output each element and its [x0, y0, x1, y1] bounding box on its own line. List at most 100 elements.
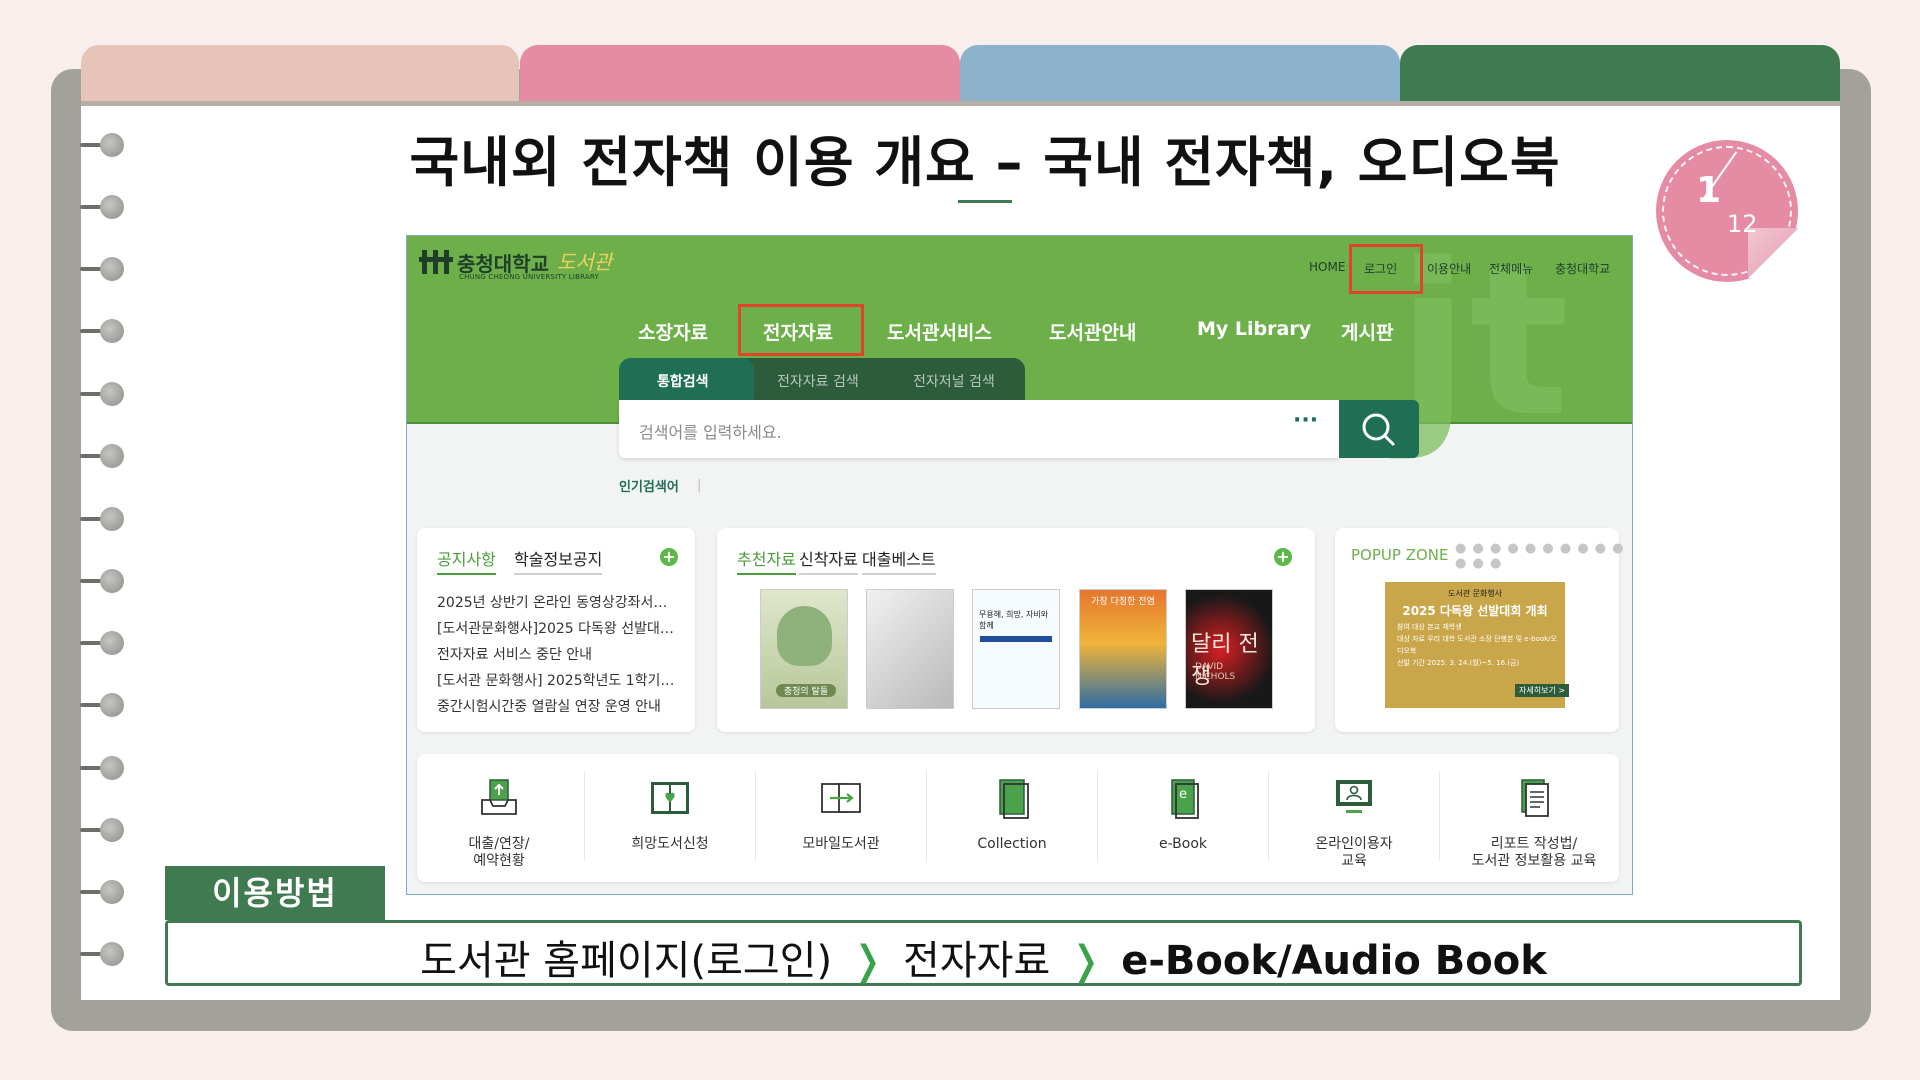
binder-ring: [80, 194, 128, 220]
title-underline: [958, 200, 1012, 203]
books-more-button[interactable]: +: [1274, 548, 1292, 566]
page-total: 12: [1727, 210, 1758, 238]
binder-ring: [80, 941, 128, 967]
book-cover-stripe: [980, 636, 1052, 642]
quick-link-label: 온라인이용자: [1315, 836, 1393, 852]
popular-keywords-separator: |: [697, 478, 702, 493]
quick-link-label: 대출/연장/: [468, 836, 530, 852]
book-cover-title: 충청의 탈들: [776, 684, 836, 697]
binder-ring: [80, 506, 128, 532]
quick-link-label: 도서관 정보활용 교육: [1471, 852, 1597, 869]
notice-item[interactable]: 전자자료 서비스 중단 안내: [437, 644, 677, 664]
binder-ring: [80, 692, 128, 718]
binder-tab-pink: [520, 45, 960, 101]
topnav-guide[interactable]: 이용안내: [1427, 260, 1471, 277]
notice-more-button[interactable]: +: [660, 548, 678, 566]
binder-ring: [80, 568, 128, 594]
book-cover[interactable]: [972, 589, 1060, 709]
loan-tray-icon: [481, 779, 517, 815]
tab-notices[interactable]: 공지사항: [437, 546, 496, 575]
tab-loan-best[interactable]: 대출베스트: [862, 546, 936, 575]
chevron-right-icon: ❭: [850, 938, 885, 984]
usage-path: 도서관 홈페이지(로그인) ❭ 전자자료 ❭ e-Book/Audio Book: [165, 928, 1802, 986]
book-stack-icon: [999, 779, 1029, 819]
notice-item[interactable]: 중간시험시간중 열람실 연장 운영 안내: [437, 696, 677, 716]
poster-line: 대상 자료 우리 대학 도서관 소장 단행본 및 e-book/오디오북: [1397, 634, 1557, 655]
university-logo-icon: [419, 250, 453, 274]
quick-link-label: 리포트 작성법/: [1490, 836, 1578, 852]
quick-link-mobile-library[interactable]: 모바일도서관: [771, 776, 911, 853]
binder-ring: [80, 879, 128, 905]
book-cover[interactable]: [866, 589, 954, 709]
book-cover[interactable]: [1079, 589, 1167, 709]
notice-item[interactable]: 2025년 상반기 온라인 동영상강좌서…: [437, 592, 677, 612]
search-options-button[interactable]: ···: [1293, 408, 1318, 433]
popup-pagination-dots[interactable]: ● ● ● ● ● ● ● ● ● ● ● ● ●: [1455, 541, 1632, 571]
book-cover-author: DAVID NICHOLS: [1195, 662, 1236, 682]
path-step-ebook-audiobook: e-Book/Audio Book: [1121, 938, 1547, 984]
mask-illustration: [777, 606, 832, 666]
tab-integrated-search[interactable]: 통합검색: [657, 371, 709, 391]
search-icon: [1362, 413, 1395, 446]
search-placeholder: 검색어를 입력하세요.: [639, 423, 782, 442]
quick-link-loan-status[interactable]: 대출/연장/ 예약현황: [429, 776, 569, 870]
login-highlight-box: [1349, 244, 1423, 294]
e-resources-highlight-box: [738, 304, 864, 356]
notice-item[interactable]: [도서관문화행사]2025 다독왕 선발대…: [437, 618, 677, 638]
tab-e-journal-search[interactable]: 전자저널 검색: [913, 371, 995, 391]
quick-link-label: 모바일도서관: [802, 836, 880, 852]
quick-link-label: Collection: [977, 836, 1047, 852]
popular-keywords-label: 인기검색어: [619, 480, 679, 495]
binder-ring: [80, 817, 128, 843]
quick-link-label: 예약현황: [473, 852, 525, 869]
binder-ring: [80, 381, 128, 407]
mainnav-my-library[interactable]: My Library: [1197, 318, 1311, 340]
mainnav-library-services[interactable]: 도서관서비스: [887, 318, 992, 345]
popup-zone-title: POPUP ZONE: [1351, 546, 1449, 564]
poster-details: 참여 대상 본교 재학생 대상 자료 우리 대학 도서관 소장 단행본 및 e-…: [1397, 622, 1557, 670]
divider: [1439, 771, 1440, 861]
document-icon: [1521, 779, 1549, 817]
logo-subtitle: CHUNG CHEONG UNIVERSITY LIBRARY: [459, 273, 599, 281]
binder-tab-peach: [81, 45, 519, 101]
quick-link-ebook[interactable]: e e-Book: [1113, 776, 1253, 853]
topnav-home[interactable]: HOME: [1309, 260, 1345, 274]
quick-link-report-guide[interactable]: 리포트 작성법/ 도서관 정보활용 교육: [1452, 776, 1616, 870]
mainnav-library-info[interactable]: 도서관안내: [1049, 318, 1136, 345]
poster-line: 선발 기간 2025. 3. 24.(월)~5. 16.(금): [1397, 658, 1520, 667]
divider: [584, 771, 585, 861]
topnav-all-menu[interactable]: 전체메뉴: [1489, 260, 1533, 277]
chevron-right-icon: ❭: [1068, 938, 1103, 984]
path-step-e-resources: 전자자료: [903, 938, 1051, 984]
usage-label: 이용방법: [165, 866, 385, 920]
poster-more-button[interactable]: 자세히보기 >: [1515, 684, 1570, 697]
quick-link-label: 교육: [1341, 852, 1367, 869]
binder-ring: [80, 443, 128, 469]
quick-link-label: 희망도서신청: [631, 836, 709, 852]
quick-link-book-request[interactable]: 희망도서신청: [600, 776, 740, 853]
open-book-heart-icon: [651, 782, 689, 814]
search-button[interactable]: [1339, 400, 1419, 458]
tab-e-resource-search[interactable]: 전자자료 검색: [777, 371, 859, 391]
notice-item[interactable]: [도서관 문화행사] 2025학년도 1학기…: [437, 670, 677, 690]
monitor-user-icon: [1336, 780, 1372, 813]
quick-link-online-education[interactable]: 온라인이용자 교육: [1284, 776, 1424, 870]
poster-title: 2025 다독왕 선발대회 개최: [1402, 604, 1548, 618]
mobile-device-icon: [821, 783, 861, 813]
tab-academic-notices[interactable]: 학술정보공지: [514, 546, 603, 575]
book-cover-title: 무용해, 희망, 자비와 함께: [979, 610, 1049, 630]
quick-link-collection[interactable]: Collection: [942, 776, 1082, 853]
binder-ring: [80, 256, 128, 282]
divider: [926, 771, 927, 861]
divider: [1268, 771, 1269, 861]
slide-canvas: 국내외 전자책 이용 개요 – 국내 전자책, 오디오북 1 12 jt 충청대…: [0, 0, 1920, 1080]
tab-recommended[interactable]: 추천자료: [737, 546, 796, 575]
mainnav-holdings[interactable]: 소장자료: [638, 318, 708, 345]
logo-library-name[interactable]: 도서관: [557, 246, 612, 275]
topnav-university[interactable]: 충청대학교: [1555, 260, 1610, 277]
tab-new-arrivals[interactable]: 신착자료: [799, 546, 858, 575]
binder-tab-green: [1400, 45, 1840, 101]
poster-line: 참여 대상 본교 재학생: [1397, 623, 1462, 631]
mainnav-board[interactable]: 게시판: [1341, 318, 1393, 345]
binder-ring: [80, 132, 128, 158]
